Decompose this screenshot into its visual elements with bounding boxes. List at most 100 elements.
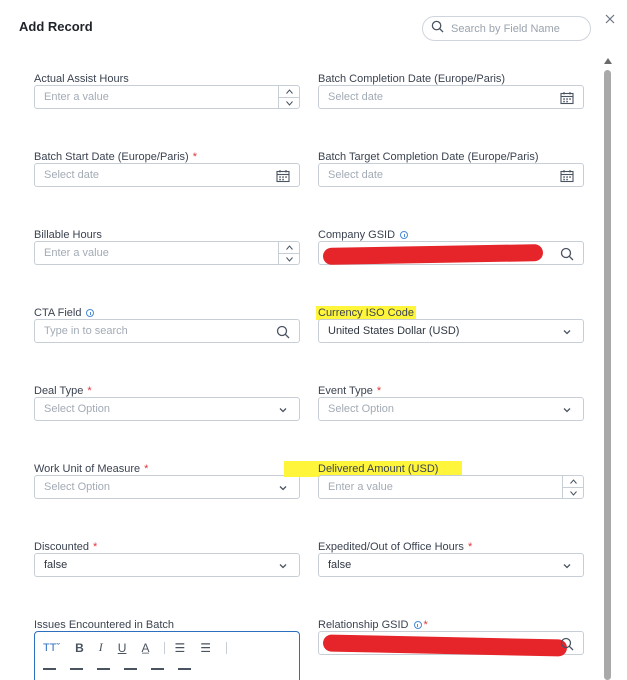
field-search-box[interactable] xyxy=(422,16,591,41)
input-placeholder: Select Option xyxy=(328,403,395,415)
batch-target-completion-date-picker[interactable]: Select date xyxy=(318,163,584,187)
chevron-down-icon[interactable] xyxy=(279,253,299,264)
close-icon[interactable] xyxy=(604,12,616,24)
info-icon[interactable] xyxy=(413,621,422,629)
relationship-gsid-lookup[interactable] xyxy=(318,631,584,657)
field-label: Batch Target Completion Date (Europe/Par… xyxy=(318,151,539,163)
number-stepper[interactable] xyxy=(562,476,583,498)
info-icon[interactable] xyxy=(400,231,409,239)
chevron-down-icon[interactable] xyxy=(563,487,583,498)
input-placeholder: Select Option xyxy=(44,481,111,493)
batch-completion-date-picker[interactable]: Select date xyxy=(318,85,584,109)
info-icon[interactable] xyxy=(86,309,95,317)
chevron-down-icon[interactable] xyxy=(560,403,574,417)
field-event-type: Event Type * Select Option xyxy=(318,384,584,421)
field-work-unit-of-measure: Work Unit of Measure * Select Option xyxy=(34,462,300,499)
search-icon[interactable] xyxy=(560,247,574,261)
company-gsid-lookup[interactable] xyxy=(318,241,584,265)
clear-format-icon[interactable] xyxy=(178,668,191,676)
bold-icon[interactable]: B xyxy=(75,641,84,655)
ordered-list-icon[interactable]: ☰ xyxy=(174,641,185,655)
required-marker: * xyxy=(93,541,98,553)
chevron-up-icon[interactable] xyxy=(279,86,299,97)
field-deal-type: Deal Type * Select Option xyxy=(34,384,300,421)
chevron-down-icon[interactable] xyxy=(276,403,290,417)
field-relationship-gsid: Relationship GSID * xyxy=(318,618,584,657)
align-justify-icon[interactable] xyxy=(124,668,137,676)
field-label: Batch Start Date (Europe/Paris) xyxy=(34,151,189,163)
number-stepper[interactable] xyxy=(278,86,299,108)
align-right-icon[interactable] xyxy=(97,668,110,676)
delivered-amount-input[interactable]: Enter a value xyxy=(318,475,584,499)
calendar-icon[interactable] xyxy=(276,169,290,183)
editor-toolbar: TTˇ B I U A̲ ☰ ☰ xyxy=(43,640,236,655)
chevron-down-icon[interactable] xyxy=(560,559,574,573)
font-size-icon[interactable]: TTˇ xyxy=(43,642,60,654)
select-value: false xyxy=(328,559,352,571)
event-type-select[interactable]: Select Option xyxy=(318,397,584,421)
editor-toolbar-row-2 xyxy=(43,668,191,676)
input-placeholder: Enter a value xyxy=(328,481,393,493)
align-center-icon[interactable] xyxy=(70,668,83,676)
required-marker: * xyxy=(376,385,382,397)
italic-icon[interactable]: I xyxy=(99,640,103,655)
input-placeholder: Select date xyxy=(44,169,100,181)
field-expedited-hours: Expedited/Out of Office Hours * false xyxy=(318,540,584,577)
work-unit-of-measure-select[interactable]: Select Option xyxy=(34,475,300,499)
calendar-icon[interactable] xyxy=(560,91,574,105)
field-cta-field: CTA Field Type in to search xyxy=(34,306,300,343)
field-label: Actual Assist Hours xyxy=(34,73,129,85)
calendar-icon[interactable] xyxy=(560,169,574,183)
add-record-modal: Add Record Actual Assist Hours Enter a v… xyxy=(0,0,627,680)
text-color-icon[interactable]: A̲ xyxy=(141,641,149,655)
number-stepper[interactable] xyxy=(278,242,299,264)
expedited-hours-select[interactable]: false xyxy=(318,553,584,577)
batch-start-date-picker[interactable]: Select date xyxy=(34,163,300,187)
toolbar-divider xyxy=(164,641,166,654)
field-label: CTA Field xyxy=(34,307,82,319)
actual-assist-hours-input[interactable]: Enter a value xyxy=(34,85,300,109)
field-discounted: Discounted * false xyxy=(34,540,300,577)
link-icon[interactable] xyxy=(151,668,164,676)
chevron-down-icon[interactable] xyxy=(276,481,290,495)
rich-text-editor[interactable]: TTˇ B I U A̲ ☰ ☰ xyxy=(34,631,300,680)
chevron-down-icon[interactable] xyxy=(560,325,574,339)
field-label: Deal Type xyxy=(34,385,84,397)
required-marker: * xyxy=(467,541,473,553)
input-placeholder: Enter a value xyxy=(44,91,109,103)
field-batch-target-completion-date: Batch Target Completion Date (Europe/Par… xyxy=(318,150,584,187)
input-placeholder: Select date xyxy=(328,91,384,103)
field-search-input[interactable] xyxy=(451,22,581,35)
field-label: Billable Hours xyxy=(34,229,102,241)
field-label: Company GSID xyxy=(318,229,396,241)
align-left-icon[interactable] xyxy=(43,668,56,676)
required-marker: * xyxy=(144,463,149,475)
field-batch-start-date: Batch Start Date (Europe/Paris) * Select … xyxy=(34,150,300,187)
discounted-select[interactable]: false xyxy=(34,553,300,577)
field-company-gsid: Company GSID xyxy=(318,228,584,265)
scroll-thumb[interactable] xyxy=(604,70,611,680)
scroll-up-arrow[interactable] xyxy=(604,58,612,64)
scrollbar[interactable] xyxy=(603,58,613,680)
search-icon[interactable] xyxy=(276,325,290,339)
field-batch-completion-date: Batch Completion Date (Europe/Paris) Sel… xyxy=(318,72,584,109)
billable-hours-input[interactable]: Enter a value xyxy=(34,241,300,265)
deal-type-select[interactable]: Select Option xyxy=(34,397,300,421)
field-label: Discounted xyxy=(34,541,90,553)
chevron-down-icon[interactable] xyxy=(279,97,299,108)
chevron-down-icon[interactable] xyxy=(276,559,290,573)
currency-iso-code-select[interactable]: United States Dollar (USD) xyxy=(318,319,584,343)
field-label: Relationship GSID xyxy=(318,619,409,631)
redaction-mark xyxy=(322,634,568,657)
chevron-up-icon[interactable] xyxy=(279,242,299,253)
cta-field-lookup[interactable]: Type in to search xyxy=(34,319,300,343)
input-placeholder: Select Option xyxy=(44,403,111,415)
field-label: Expedited/Out of Office Hours xyxy=(318,541,464,553)
required-marker: * xyxy=(192,151,197,163)
input-placeholder: Enter a value xyxy=(44,247,109,259)
underline-icon[interactable]: U xyxy=(118,641,127,655)
field-label: Event Type xyxy=(318,385,373,397)
search-icon[interactable] xyxy=(560,637,574,651)
bullet-list-icon[interactable]: ☰ xyxy=(200,641,211,655)
chevron-up-icon[interactable] xyxy=(563,476,583,487)
